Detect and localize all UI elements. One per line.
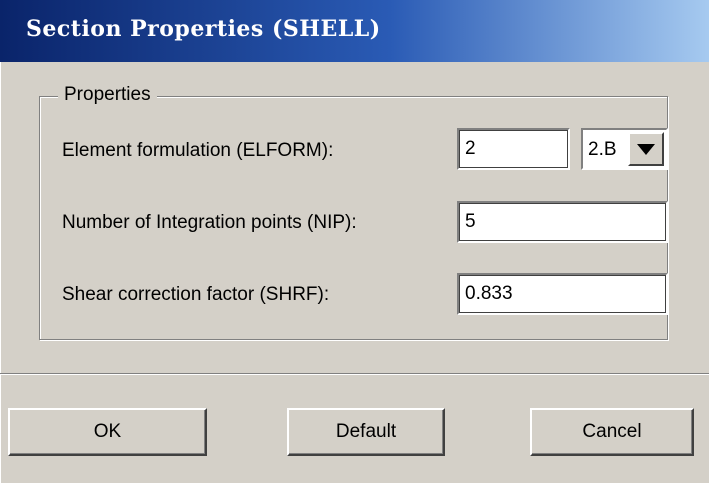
shrf-input[interactable]: 0.833: [457, 273, 668, 315]
shrf-value: 0.833: [465, 283, 513, 304]
nip-input[interactable]: 5: [457, 201, 668, 243]
properties-legend: Properties: [58, 84, 157, 106]
elform-value: 2: [465, 138, 476, 159]
elform-combo-value: 2.B: [588, 139, 617, 160]
combo-dropdown-button[interactable]: [628, 132, 664, 166]
elform-input[interactable]: 2: [457, 128, 570, 170]
elform-label: Element formulation (ELFORM):: [62, 140, 334, 161]
window-title: Section Properties (SHELL): [26, 16, 381, 42]
button-separator: [0, 373, 709, 375]
nip-label: Number of Integration points (NIP):: [62, 212, 357, 233]
nip-value: 5: [465, 211, 476, 232]
ok-button[interactable]: OK: [8, 408, 207, 456]
elform-combo[interactable]: 2.B: [581, 128, 668, 170]
cancel-button[interactable]: Cancel: [530, 408, 694, 456]
dropdown-arrow-icon: [637, 144, 655, 155]
shrf-label: Shear correction factor (SHRF):: [62, 284, 330, 305]
title-bar[interactable]: Section Properties (SHELL): [0, 0, 709, 62]
default-button[interactable]: Default: [287, 408, 445, 456]
